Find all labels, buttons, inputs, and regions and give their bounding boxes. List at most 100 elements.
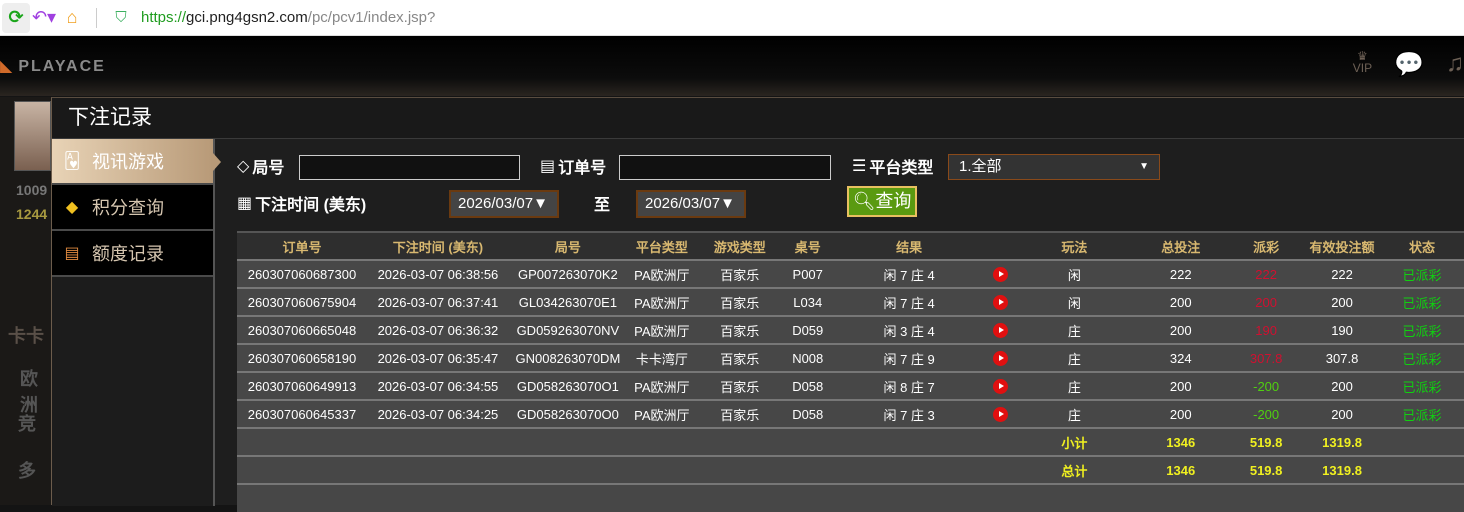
hall-1: 卡卡 bbox=[8, 326, 44, 346]
column-header bbox=[985, 231, 1016, 260]
total-bet: 200 bbox=[1133, 287, 1229, 316]
table-row: 260307060645337 2026-03-07 06:34:25 GD0582… bbox=[237, 399, 1464, 428]
order-label-text: 订单号 bbox=[558, 160, 607, 177]
play-video-icon[interactable] bbox=[992, 407, 1008, 423]
round-input[interactable] bbox=[299, 155, 520, 180]
status: 已派彩 bbox=[1380, 371, 1464, 400]
play-video-icon[interactable] bbox=[992, 267, 1008, 283]
total-label: 总计 bbox=[1015, 455, 1134, 484]
replay-cell[interactable] bbox=[985, 287, 1016, 316]
status: 已派彩 bbox=[1380, 315, 1464, 344]
date-to: 2026/03/07 bbox=[645, 195, 721, 212]
tab-label: 积分查询 bbox=[92, 198, 164, 218]
date-to-picker[interactable]: 2026/03/07▼ bbox=[636, 190, 746, 218]
play-video-icon[interactable] bbox=[992, 351, 1008, 367]
search-icon: 🔍︎ bbox=[852, 191, 876, 211]
chevron-down-icon: ▼ bbox=[1139, 161, 1149, 172]
column-header: 局号 bbox=[508, 231, 627, 260]
replay-cell[interactable] bbox=[985, 343, 1016, 372]
replay-cell[interactable] bbox=[985, 371, 1016, 400]
platform: 卡卡湾厅 bbox=[626, 343, 697, 372]
bet-time: 2026-03-07 06:36:32 bbox=[366, 315, 509, 344]
replay-cell[interactable] bbox=[985, 259, 1016, 288]
order-id: 260307060649913 bbox=[237, 371, 367, 400]
table-id: N008 bbox=[782, 343, 833, 372]
order-label: ▤ 订单号 bbox=[540, 154, 606, 178]
payout: 222 bbox=[1228, 259, 1305, 288]
url-scheme: https:// bbox=[141, 9, 187, 26]
table-row: 260307060687300 2026-03-07 06:38:56 GP0072… bbox=[237, 259, 1464, 288]
status: 已派彩 bbox=[1380, 259, 1464, 288]
order-id: 260307060658190 bbox=[237, 343, 367, 372]
date-from-picker[interactable]: 2026/03/07▼ bbox=[449, 190, 559, 218]
round-id: GP007263070K2 bbox=[508, 259, 627, 288]
subtotal-payout: 519.8 bbox=[1228, 427, 1305, 456]
order-id: 260307060687300 bbox=[237, 259, 367, 288]
play-video-icon[interactable] bbox=[992, 379, 1008, 395]
order-id: 260307060675904 bbox=[237, 287, 367, 316]
table-row: 260307060665048 2026-03-07 06:36:32 GD0592… bbox=[237, 315, 1464, 344]
chevron-down-icon: ▼ bbox=[720, 195, 735, 212]
game-type: 百家乐 bbox=[696, 259, 783, 288]
replay-cell[interactable] bbox=[985, 399, 1016, 428]
column-header: 桌号 bbox=[782, 231, 833, 260]
tab-points-query[interactable]: ◆ 积分查询 bbox=[52, 185, 213, 231]
date-from: 2026/03/07 bbox=[458, 195, 534, 212]
table-row: 260307060649913 2026-03-07 06:34:55 GD0582… bbox=[237, 371, 1464, 400]
balance-2: 1244 bbox=[16, 206, 48, 222]
bet-type: 庄 bbox=[1015, 343, 1134, 372]
divider bbox=[96, 7, 97, 28]
address-bar[interactable]: https://gci.png4gsn2.com/pc/pcv1/index.j… bbox=[141, 9, 435, 26]
order-input[interactable] bbox=[619, 155, 831, 180]
column-header: 订单号 bbox=[237, 231, 367, 260]
tab-label: 视讯游戏 bbox=[92, 152, 164, 172]
total-bet: 222 bbox=[1133, 259, 1229, 288]
chat-icon[interactable]: 💬 bbox=[1394, 50, 1424, 79]
play-video-icon[interactable] bbox=[992, 323, 1008, 339]
avatar bbox=[14, 101, 51, 171]
round-label-text: 局号 bbox=[252, 160, 285, 177]
replay-cell[interactable] bbox=[985, 315, 1016, 344]
document-icon: ▤ bbox=[64, 245, 80, 262]
column-header: 游戏类型 bbox=[696, 231, 783, 260]
result: 闲 3 庄 4 bbox=[832, 315, 986, 344]
platform-select[interactable]: 1.全部 ▼ bbox=[948, 154, 1160, 180]
platform: PA欧洲厅 bbox=[626, 371, 697, 400]
home-icon[interactable]: ⌂ bbox=[58, 3, 86, 33]
empty-row bbox=[237, 483, 1464, 512]
bet-time: 2026-03-07 06:34:55 bbox=[366, 371, 509, 400]
column-header: 派彩 bbox=[1228, 231, 1305, 260]
result: 闲 7 庄 4 bbox=[832, 259, 986, 288]
list-icon: ☰ bbox=[852, 158, 867, 175]
total-total-bet: 1346 bbox=[1133, 455, 1229, 484]
dialog-title: 下注记录 bbox=[52, 98, 1464, 139]
game-type: 百家乐 bbox=[696, 315, 783, 344]
logo[interactable]: ◣ PLAYACE bbox=[0, 56, 106, 76]
empty-cell bbox=[237, 427, 1016, 456]
subtotal-row: 小计 1346 519.8 1319.8 bbox=[237, 427, 1464, 456]
query-button[interactable]: 🔍︎查询 bbox=[847, 186, 917, 217]
back-icon[interactable]: ↶▾ bbox=[30, 3, 58, 33]
cards-icon: 🂱 bbox=[63, 153, 81, 170]
order-id: 260307060645337 bbox=[237, 399, 367, 428]
bet-type: 庄 bbox=[1015, 399, 1134, 428]
reload-icon[interactable]: ⟳ bbox=[2, 2, 30, 33]
tag-icon: ◇ bbox=[237, 158, 250, 175]
platform: PA欧洲厅 bbox=[626, 259, 697, 288]
vip-icon[interactable]: ♛ VIP bbox=[1353, 50, 1372, 79]
tab-live-games[interactable]: 🂱 视讯游戏 bbox=[52, 139, 221, 185]
bet-type: 庄 bbox=[1015, 371, 1134, 400]
empty-cell bbox=[1380, 427, 1464, 456]
background-lobby: 1009 1244 卡卡 欧洲 竞 多 bbox=[0, 97, 51, 505]
empty-cell bbox=[237, 483, 1464, 512]
tab-credit-records[interactable]: ▤ 额度记录 bbox=[52, 231, 213, 277]
payout: 200 bbox=[1228, 287, 1305, 316]
music-icon[interactable]: ♫ bbox=[1446, 50, 1464, 79]
browser-toolbar: ⟳ ↶▾ ⌂ ⛉ https://gci.png4gsn2.com/pc/pcv… bbox=[0, 0, 1464, 36]
bet-time: 2026-03-07 06:34:25 bbox=[366, 399, 509, 428]
play-video-icon[interactable] bbox=[992, 295, 1008, 311]
total-bet: 200 bbox=[1133, 315, 1229, 344]
total-row: 总计 1346 519.8 1319.8 bbox=[237, 455, 1464, 484]
record-content: ◇ 局号 ▤ 订单号 ☰ 平台类型 1.全部 ▼ ▦ 下注时间 (美东) 2026/03/… bbox=[215, 139, 1464, 512]
platform: PA欧洲厅 bbox=[626, 315, 697, 344]
